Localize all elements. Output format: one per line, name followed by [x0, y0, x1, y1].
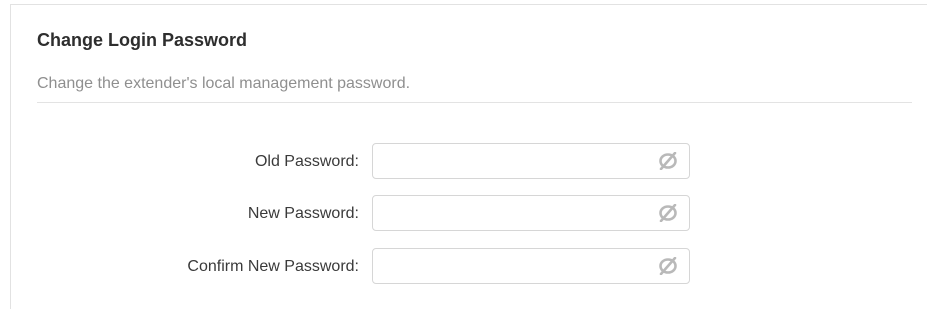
confirm-password-input[interactable] — [373, 249, 643, 283]
old-password-label: Old Password: — [254, 153, 359, 170]
new-password-label: New Password: — [247, 205, 359, 222]
hidden-eye-icon[interactable] — [657, 151, 679, 171]
confirm-password-label: Confirm New Password: — [187, 258, 359, 275]
new-password-input[interactable] — [373, 196, 643, 230]
new-password-row: New Password: — [0, 195, 927, 233]
section-title: Change Login Password — [37, 30, 248, 50]
old-password-field[interactable] — [372, 143, 690, 179]
old-password-row: Old Password: — [0, 143, 927, 181]
new-password-field[interactable] — [372, 195, 690, 231]
hidden-eye-icon[interactable] — [657, 203, 679, 223]
old-password-input[interactable] — [373, 144, 643, 178]
section-divider — [37, 102, 912, 103]
hidden-eye-icon[interactable] — [657, 256, 679, 276]
confirm-password-field[interactable] — [372, 248, 690, 284]
section-description: Change the extender's local management p… — [37, 75, 411, 92]
confirm-password-row: Confirm New Password: — [0, 248, 927, 286]
